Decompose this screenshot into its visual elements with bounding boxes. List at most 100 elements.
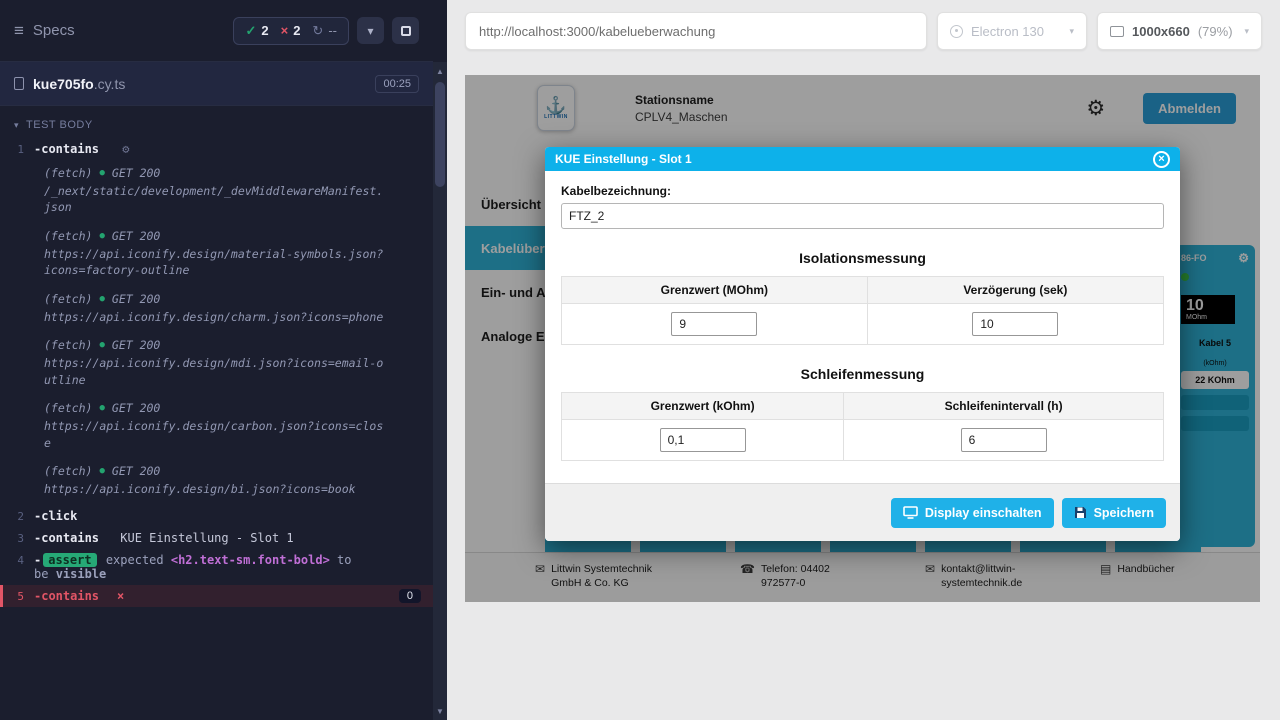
fetch-log-entry[interactable]: (fetch) ●GET 200 https://api.iconify.des… <box>0 395 433 458</box>
runner-scrollbar[interactable]: ▲ ▼ <box>433 62 447 720</box>
command-number: 2 <box>0 509 34 523</box>
fetch-log-entry[interactable]: (fetch) ●GET 200 https://api.iconify.des… <box>0 332 433 395</box>
command-body: -contains × 0 <box>34 589 421 603</box>
command-name: contains <box>41 142 99 156</box>
isolation-col1-header: Grenzwert (MOhm) <box>562 277 868 304</box>
command-name: contains <box>41 531 99 545</box>
scrollbar-thumb[interactable] <box>435 82 445 187</box>
fetch-log-entry[interactable]: (fetch) ●GET 200 https://api.iconify.des… <box>0 458 433 504</box>
fetch-label: (fetch) <box>44 165 92 182</box>
fetch-label: (fetch) <box>44 228 92 245</box>
fetch-status: GET 200 <box>112 291 160 308</box>
spec-header[interactable]: kue705fo.cy.ts 00:25 <box>0 62 433 106</box>
isolation-col2-header: Verzögerung (sek) <box>867 277 1163 304</box>
modal-title: KUE Einstellung - Slot 1 <box>555 152 692 166</box>
isolation-delay-input[interactable] <box>972 312 1058 336</box>
options-gear-icon[interactable]: ⚙ <box>122 142 129 156</box>
scroll-down-arrow[interactable]: ▼ <box>433 704 447 718</box>
isolation-limit-cell <box>562 304 868 345</box>
modal-body: Kabelbezeichnung: Isolationsmessung Gren… <box>545 171 1180 483</box>
check-icon: ✓ <box>245 23 256 39</box>
command-click[interactable]: 2 -click <box>0 505 433 527</box>
loop-table: Grenzwert (kOhm) Schleifenintervall (h) <box>561 392 1164 461</box>
status-dot-icon: ● <box>99 293 104 306</box>
modal-footer: Display einschalten Speichern <box>545 483 1180 541</box>
spec-name: kue705fo.cy.ts <box>33 76 125 92</box>
chevron-down-icon: ▾ <box>1244 26 1249 37</box>
fetch-status: GET 200 <box>112 165 160 182</box>
command-name: contains <box>41 589 99 603</box>
display-on-button[interactable]: Display einschalten <box>891 498 1054 528</box>
stop-button[interactable] <box>392 17 419 44</box>
command-contains-failed[interactable]: 5 -contains × 0 <box>0 585 433 607</box>
chevron-down-icon: ▾ <box>367 24 373 38</box>
test-runner-panel: ≡ Specs ✓ 2 × 2 ↻ -- ▾ <box>0 0 447 720</box>
fetch-log-entry[interactable]: (fetch) ●GET 200 https://api.iconify.des… <box>0 286 433 332</box>
failed-count: 2 <box>293 23 300 38</box>
chevron-down-icon: ▾ <box>1069 26 1074 37</box>
status-dot-icon: ● <box>99 230 104 243</box>
assert-state: visible <box>56 567 107 581</box>
caret-down-icon: ▾ <box>14 120 19 131</box>
save-label: Speichern <box>1094 506 1154 520</box>
passed-count: 2 <box>261 23 268 38</box>
fetch-log-entry[interactable]: (fetch) ●GET 200 https://api.iconify.des… <box>0 223 433 286</box>
display-icon <box>903 506 918 519</box>
command-assert[interactable]: 4 -assert expected <h2.text-sm.font-bold… <box>0 549 433 585</box>
viewport-selector[interactable]: 1000x660 (79%) ▾ <box>1097 12 1262 50</box>
fetch-log-entry[interactable]: (fetch) ●GET 200 /_next/static/developme… <box>0 160 433 223</box>
command-contains-1[interactable]: 1 -contains ⚙ <box>0 138 433 160</box>
assert-expected: expected <box>106 553 164 567</box>
status-dot-icon: ● <box>99 339 104 352</box>
loop-heading: Schleifenmessung <box>561 366 1164 382</box>
isolation-limit-input[interactable] <box>671 312 757 336</box>
command-number: 3 <box>0 531 34 545</box>
spec-duration-badge: 00:25 <box>375 75 419 93</box>
runner-content: ≡ Specs ✓ 2 × 2 ↻ -- ▾ <box>0 0 433 720</box>
passed-stat: ✓ 2 <box>245 23 268 39</box>
browser-selector[interactable]: Electron 130 ▾ <box>937 12 1087 50</box>
cable-name-input[interactable] <box>561 203 1164 229</box>
command-log: 1 -contains ⚙ (fetch) ●GET 200 /_next/st… <box>0 138 433 607</box>
spec-extension: .cy.ts <box>94 76 126 92</box>
loop-interval-cell <box>844 420 1164 461</box>
fetch-url: https://api.iconify.design/bi.json?icons… <box>44 481 389 498</box>
command-number: 1 <box>0 142 34 156</box>
fetch-label: (fetch) <box>44 400 92 417</box>
command-body: -click <box>34 509 421 523</box>
viewport-size: 1000x660 <box>1132 24 1190 39</box>
refresh-icon: ↻ <box>312 23 323 39</box>
display-on-label: Display einschalten <box>925 506 1042 520</box>
save-button[interactable]: Speichern <box>1062 498 1166 528</box>
command-number: 5 <box>3 589 34 603</box>
app-under-test: ⚓ LITTWIN Stationsname CPLV4_Maschen ⚙ A… <box>465 75 1260 602</box>
collapse-button[interactable]: ▾ <box>357 17 384 44</box>
viewport-icon <box>1110 26 1124 37</box>
spec-file-icon <box>14 77 24 90</box>
cable-name-label: Kabelbezeichnung: <box>561 184 1164 198</box>
command-name: click <box>41 509 77 523</box>
specs-title[interactable]: Specs <box>33 22 75 39</box>
spec-basename: kue705fo <box>33 76 94 92</box>
save-floppy-icon <box>1074 506 1087 519</box>
stop-icon <box>401 26 411 36</box>
browser-name: Electron 130 <box>971 24 1044 39</box>
loop-interval-input[interactable] <box>961 428 1047 452</box>
close-icon[interactable]: × <box>1153 151 1170 168</box>
url-bar[interactable]: http://localhost:3000/kabelueberwachung <box>465 12 927 50</box>
command-contains-2[interactable]: 3 -contains KUE Einstellung - Slot 1 <box>0 527 433 549</box>
fail-count-badge: 0 <box>399 589 421 603</box>
command-body: -contains KUE Einstellung - Slot 1 <box>34 531 421 545</box>
fetch-label: (fetch) <box>44 291 92 308</box>
fetch-label: (fetch) <box>44 463 92 480</box>
fetch-url: https://api.iconify.design/carbon.json?i… <box>44 418 389 451</box>
loop-limit-input[interactable] <box>660 428 746 452</box>
browser-pane: http://localhost:3000/kabelueberwachung … <box>447 0 1280 720</box>
scroll-up-arrow[interactable]: ▲ <box>433 64 447 78</box>
loop-col1-header: Grenzwert (kOhm) <box>562 393 844 420</box>
test-body-section[interactable]: ▾ TEST BODY <box>0 106 433 138</box>
specs-menu-icon[interactable]: ≡ <box>14 21 24 41</box>
fetch-label: (fetch) <box>44 337 92 354</box>
modal-header: KUE Einstellung - Slot 1 × <box>545 147 1180 171</box>
status-dot-icon: ● <box>99 167 104 180</box>
